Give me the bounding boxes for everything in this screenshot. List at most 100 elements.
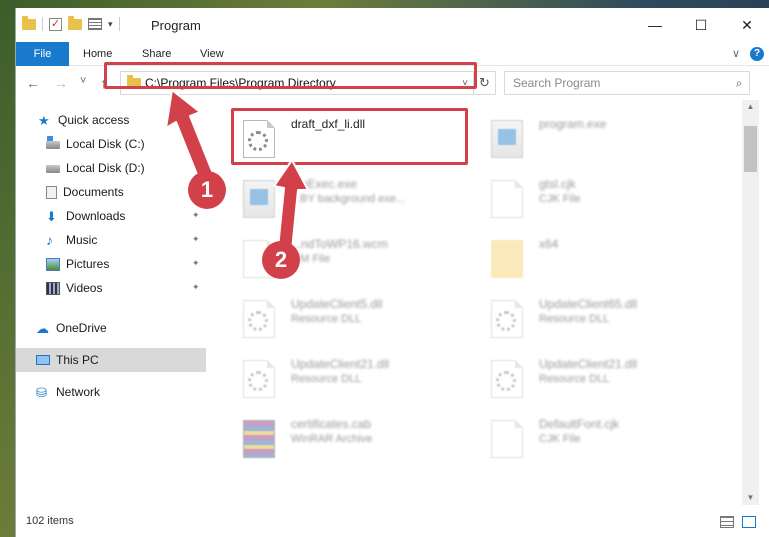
generic-file-icon: [491, 420, 523, 458]
address-path[interactable]: C:\Program Files\Program Directory: [145, 76, 457, 90]
dll-file-icon: [243, 300, 275, 338]
drive-c-icon: [46, 136, 60, 149]
file-item[interactable]: UpdateClient5.dll Resource DLL: [233, 292, 463, 350]
file-name: UpdateClient21.dll: [539, 357, 638, 371]
file-item[interactable]: ...eExec.exe ...BY background exe...: [233, 172, 463, 230]
step-2-badge: 2: [262, 241, 300, 279]
large-icons-view-icon[interactable]: [742, 516, 756, 528]
dll-file-icon: [491, 300, 523, 338]
generic-file-icon: [491, 180, 523, 218]
sidebar-item-label: Network: [56, 385, 101, 399]
pin-icon[interactable]: ✦: [192, 258, 200, 269]
file-name: certificates.cab: [291, 417, 372, 431]
item-count: 102 items: [26, 515, 74, 527]
toolbar-separator: [42, 17, 43, 31]
address-bar[interactable]: C:\Program Files\Program Directory ˅ ↻: [120, 71, 496, 95]
folder-icon[interactable]: [22, 15, 36, 30]
sidebar-item-label: Music: [66, 233, 98, 247]
scroll-up-icon[interactable]: ▲: [742, 102, 759, 111]
properties-icon[interactable]: [88, 18, 102, 30]
sidebar-item-label: Quick access: [58, 113, 130, 127]
file-name: DefaultFont.cjk: [539, 417, 620, 431]
file-item[interactable]: program.exe: [481, 112, 711, 170]
file-name: UpdateClient5.dll: [291, 297, 383, 311]
sidebar-item-videos[interactable]: Videos ✦: [16, 276, 206, 300]
sidebar-item-quick-access[interactable]: ★ Quick access: [16, 108, 206, 132]
sidebar-item-label: Downloads: [66, 209, 126, 223]
tab-home[interactable]: Home: [83, 42, 112, 66]
new-folder-icon[interactable]: [68, 15, 82, 30]
up-arrow-icon[interactable]: ↑: [100, 75, 107, 91]
exe-file-icon: [491, 120, 523, 158]
details-view-icon[interactable]: [720, 516, 734, 528]
dll-file-icon: [243, 360, 275, 398]
file-item[interactable]: gtsl.cjk CJK File: [481, 172, 711, 230]
file-type: CJK File: [539, 193, 581, 205]
search-box[interactable]: Search Program ⌕: [504, 71, 750, 95]
file-item[interactable]: draft_dxf_li.dll: [233, 112, 463, 170]
sidebar-item-pictures[interactable]: Pictures ✦: [16, 252, 206, 276]
file-type: Resource DLL: [291, 313, 362, 325]
sidebar-item-network[interactable]: ⛁ Network: [16, 380, 206, 404]
minimize-button[interactable]: —: [632, 8, 678, 42]
file-item[interactable]: UpdateClient21.dll Resource DLL: [233, 352, 463, 410]
sidebar-item-label: Videos: [66, 281, 103, 295]
sidebar-item-this-pc[interactable]: This PC: [16, 348, 206, 372]
pictures-icon: [46, 257, 60, 271]
status-bar: 102 items: [16, 505, 769, 537]
scrollbar-thumb[interactable]: [744, 126, 757, 172]
quick-access-toolbar: ✓ ▾: [22, 15, 120, 31]
title-bar: ✓ ▾ Program — ☐ ✕: [16, 8, 769, 42]
folder-icon: [127, 74, 141, 89]
back-arrow-icon[interactable]: ←: [26, 75, 40, 91]
help-icon[interactable]: ?: [750, 47, 764, 61]
dll-file-icon: [491, 360, 523, 398]
recent-locations-chevron-icon[interactable]: ˅: [80, 75, 86, 87]
sidebar-item-onedrive[interactable]: ☁ OneDrive: [16, 316, 206, 340]
file-type: CJK File: [539, 433, 581, 445]
file-item[interactable]: UpdateClient21.dll Resource DLL: [481, 352, 711, 410]
sidebar-item-downloads[interactable]: ⬇ Downloads ✦: [16, 204, 206, 228]
tab-share[interactable]: Share: [142, 42, 171, 66]
search-input[interactable]: Search Program: [513, 76, 729, 90]
scroll-down-icon[interactable]: ▼: [742, 493, 759, 502]
sidebar-item-local-disk-c[interactable]: Local Disk (C:): [16, 132, 206, 156]
toolbar-separator: [118, 17, 120, 31]
sidebar-item-documents[interactable]: Documents: [16, 180, 206, 204]
sidebar-item-music[interactable]: ♪ Music ✦: [16, 228, 206, 252]
file-type: Resource DLL: [291, 373, 362, 385]
tab-view[interactable]: View: [200, 42, 224, 66]
downloads-icon: ⬇: [46, 208, 57, 224]
file-item[interactable]: certificates.cab WinRAR Archive: [233, 412, 463, 470]
close-button[interactable]: ✕: [724, 8, 769, 42]
file-explorer-window: ✓ ▾ Program — ☐ ✕ File Home Share View ∨…: [15, 8, 769, 537]
sidebar-item-label: Documents: [63, 185, 124, 199]
expand-ribbon-chevron-icon[interactable]: ∨: [732, 47, 740, 61]
address-dropdown-chevron-icon[interactable]: ˅: [457, 78, 473, 89]
file-item[interactable]: DefaultFont.cjk CJK File: [481, 412, 711, 470]
file-type: Resource DLL: [539, 373, 610, 385]
navigation-bar: ← → ˅ ↑ C:\Program Files\Program Directo…: [16, 66, 769, 100]
vertical-scrollbar[interactable]: ▲ ▼: [742, 100, 759, 505]
forward-arrow-icon[interactable]: →: [54, 75, 68, 91]
pin-icon[interactable]: ✦: [192, 210, 200, 221]
file-name: x64: [539, 237, 559, 251]
exe-file-icon: [243, 180, 275, 218]
sidebar-item-label: This PC: [56, 353, 99, 367]
search-icon[interactable]: ⌕: [729, 76, 749, 91]
maximize-button[interactable]: ☐: [678, 8, 724, 42]
file-name: program.exe: [539, 117, 607, 131]
pin-icon[interactable]: ✦: [192, 282, 200, 293]
window-title: Program: [151, 18, 201, 33]
file-item[interactable]: UpdateClient65.dll Resource DLL: [481, 292, 711, 350]
customize-toolbar-chevron-icon[interactable]: ▾: [108, 19, 113, 30]
sidebar-item-local-disk-d[interactable]: Local Disk (D:): [16, 156, 206, 180]
file-item[interactable]: x64: [481, 232, 711, 290]
documents-icon: [46, 185, 57, 199]
refresh-icon[interactable]: ↻: [473, 72, 495, 94]
view-toggle: [720, 516, 756, 528]
pin-icon[interactable]: ✦: [192, 234, 200, 245]
properties-check-icon[interactable]: ✓: [49, 17, 62, 31]
gear-icon: [248, 311, 268, 331]
gear-icon: [496, 311, 516, 331]
